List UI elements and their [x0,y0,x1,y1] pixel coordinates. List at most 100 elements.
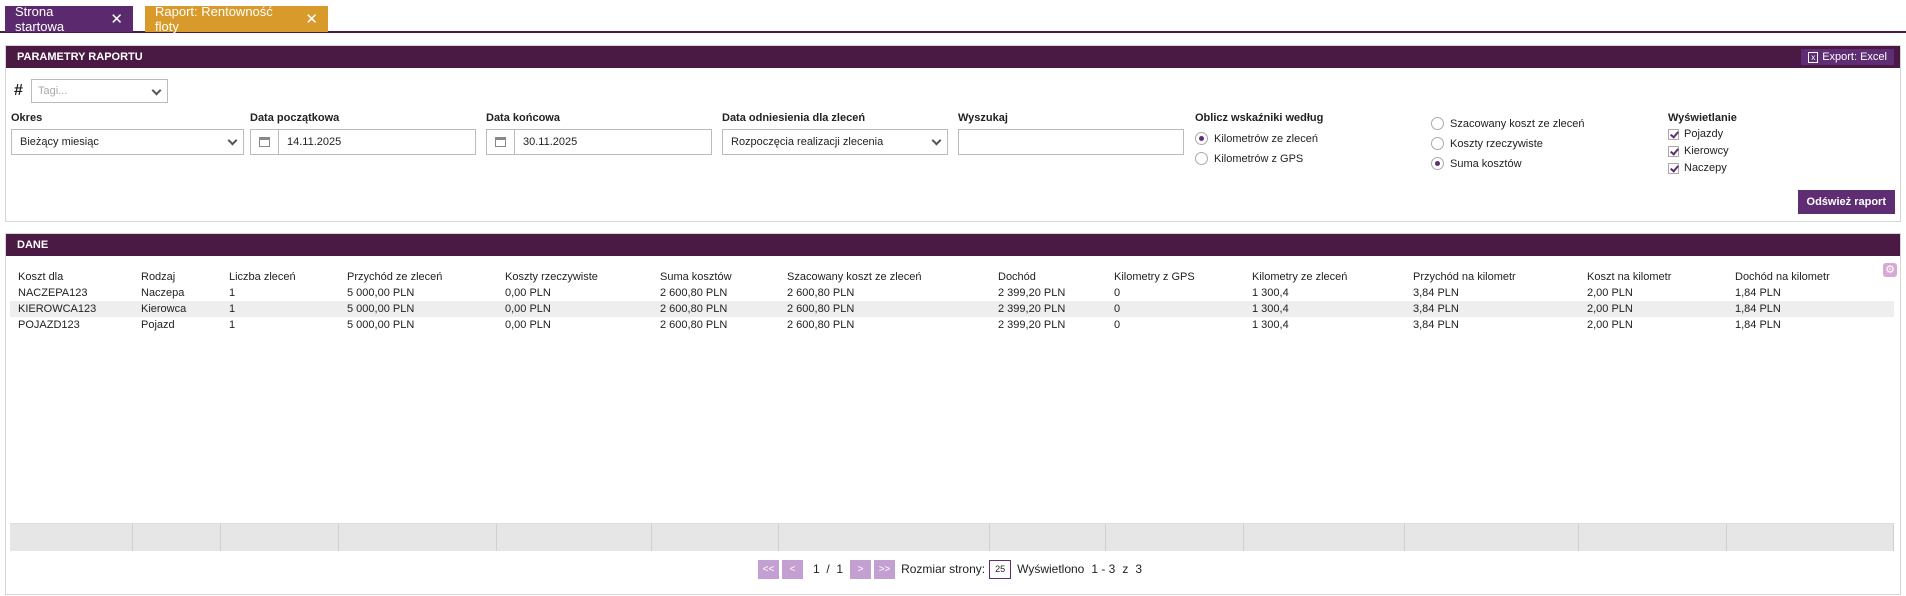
table-cell: 1 300,4 [1252,319,1289,331]
search-label: Wyszukaj [958,112,1008,124]
export-excel-button[interactable]: x Export: Excel [1801,49,1894,65]
tab-label: Raport: Rentowność floty [155,4,273,34]
table-cell: 1,84 PLN [1735,303,1781,315]
panel-title: DANE [17,239,49,251]
table-row[interactable]: KIEROWCA123 Kierowca 1 5 000,00 PLN 0,00 PLN… [10,301,1894,317]
summary-cell [10,524,133,551]
page-separator: / [826,562,830,576]
reference-date-select[interactable]: Rozpoczęcia realizacji zlecenia [722,129,948,155]
start-date-label: Data początkowa [250,112,340,124]
calendar-icon[interactable] [487,130,515,154]
radio-real-cost[interactable]: Koszty rzeczywiste [1431,137,1543,150]
summary-cell [652,524,779,551]
table-cell: 2,00 PLN [1587,303,1633,315]
checkbox-checked-icon [1668,145,1679,157]
column-header[interactable]: Szacowany koszt ze zleceń [779,271,990,283]
report-parameters-panel: PARAMETRY RAPORTU x Export: Excel # Tagi… [5,45,1901,222]
table-row[interactable]: POJAZD123 Pojazd 1 5 000,00 PLN 0,00 PLN 2 60… [10,317,1894,333]
end-date-value: 30.11.2025 [523,136,578,148]
tab-home[interactable]: Strona startowa ✕ [5,4,133,34]
table-cell: 1 [229,319,236,331]
column-header[interactable]: Rodzaj [133,271,221,283]
radio-km-orders[interactable]: Kilometrów ze zleceń [1195,132,1318,145]
summary-cell [1579,524,1727,551]
table-cell: 2 600,80 PLN [660,319,728,331]
tab-label: Strona startowa [15,4,65,34]
end-date-label: Data końcowa [486,112,560,124]
radio-checked-icon [1195,132,1208,145]
summary-cell [779,524,990,551]
next-page-button[interactable]: > [850,559,872,579]
column-header[interactable]: Dochód na kilometr [1727,271,1894,283]
first-page-button[interactable]: << [758,559,779,579]
table-cell: 1,84 PLN [1735,319,1781,331]
start-date-field[interactable]: 14.11.2025 [250,129,476,155]
current-page: 1 [813,562,820,576]
tags-placeholder: Tagi... [38,85,68,97]
panel-header: DANE [6,234,1900,256]
calc-by-label: Oblicz wskaźniki według [1195,112,1324,124]
last-page-button[interactable]: >> [874,559,896,579]
table-cell: 2 600,80 PLN [660,303,728,315]
column-header[interactable]: Koszt na kilometr [1579,271,1727,283]
column-header[interactable]: Przychód na kilometr [1405,271,1579,283]
table-cell: 5 000,00 PLN [347,319,415,331]
table-cell: 5 000,00 PLN [347,287,415,299]
close-icon[interactable]: ✕ [110,12,123,27]
checkbox-drivers[interactable]: Kierowcy [1668,145,1729,157]
table-cell: 1 300,4 [1252,287,1289,299]
table-cell: 2 399,20 PLN [998,287,1066,299]
hash-icon: # [14,82,23,99]
radio-label: Koszty rzeczywiste [1450,137,1543,150]
tab-fleet-profitability[interactable]: Raport: Rentowność floty ✕ [145,4,328,34]
close-icon[interactable]: ✕ [305,12,318,27]
column-header[interactable]: Suma kosztów [652,271,779,283]
search-input[interactable] [958,129,1184,155]
export-label: Export: Excel [1822,51,1887,63]
prev-page-button[interactable]: < [782,559,803,579]
table-header: Koszt dla Rodzaj Liczba zleceń Przychód ze … [10,269,1894,285]
checkbox-label: Pojazdy [1684,128,1724,140]
total-pages: 1 [836,562,844,576]
period-value: Bieżący miesiąc [20,136,99,148]
table-row[interactable]: NACZEPA123 Naczepa 1 5 000,00 PLN 0,00 PLN 2 … [10,285,1894,301]
panel-title: PARAMETRY RAPORTU [17,51,143,63]
table-cell: KIEROWCA123 [18,303,97,315]
shown-range: 1 - 3 [1091,562,1116,576]
radio-label: Szacowany koszt ze zleceń [1450,117,1585,130]
column-header[interactable]: Liczba zleceń [221,271,339,283]
tags-select[interactable]: Tagi... [31,79,168,103]
table-cell: 0,00 PLN [505,319,551,331]
page-size-input[interactable]: 25 [989,559,1012,579]
column-header[interactable]: Dochód [990,271,1106,283]
table-cell: 3,84 PLN [1413,303,1459,315]
column-header[interactable]: Kilometry ze zleceń [1244,271,1405,283]
end-date-field[interactable]: 30.11.2025 [486,129,712,155]
checkbox-trailers[interactable]: Naczepy [1668,162,1727,174]
chevron-down-icon [931,135,942,146]
table-cell: 0,00 PLN [505,303,551,315]
table-cell: Naczepa [141,287,185,299]
column-header[interactable]: Koszt dla [10,271,133,283]
checkbox-vehicles[interactable]: Pojazdy [1668,128,1723,140]
radio-km-gps[interactable]: Kilometrów z GPS [1195,152,1303,165]
summary-cell [497,524,652,551]
radio-sum-costs[interactable]: Suma kosztów [1431,157,1522,170]
table-cell: 0 [1114,287,1121,299]
table-cell: NACZEPA123 [18,287,88,299]
table-cell: 1 300,4 [1252,303,1289,315]
table-body: NACZEPA123 Naczepa 1 5 000,00 PLN 0,00 PLN 2 … [10,285,1894,333]
pagination: << < 1 / 1 > >> Rozmiar strony: 25 Wyświ… [758,559,1142,579]
page-indicator: 1 / 1 [813,562,843,576]
column-header[interactable]: Koszty rzeczywiste [497,271,652,283]
calendar-icon[interactable] [251,130,279,154]
radio-label: Kilometrów ze zleceń [1214,132,1318,145]
reference-date-label: Data odniesienia dla zleceń [722,112,866,124]
column-header[interactable]: Kilometry z GPS [1106,271,1244,283]
chevron-down-icon [151,85,162,96]
table-cell: Kierowca [141,303,187,315]
column-header[interactable]: Przychód ze zleceń [339,271,497,283]
period-select[interactable]: Bieżący miesiąc [11,129,244,155]
radio-estimated-cost[interactable]: Szacowany koszt ze zleceń [1431,117,1585,130]
refresh-report-button[interactable]: Odśwież raport [1797,190,1895,214]
